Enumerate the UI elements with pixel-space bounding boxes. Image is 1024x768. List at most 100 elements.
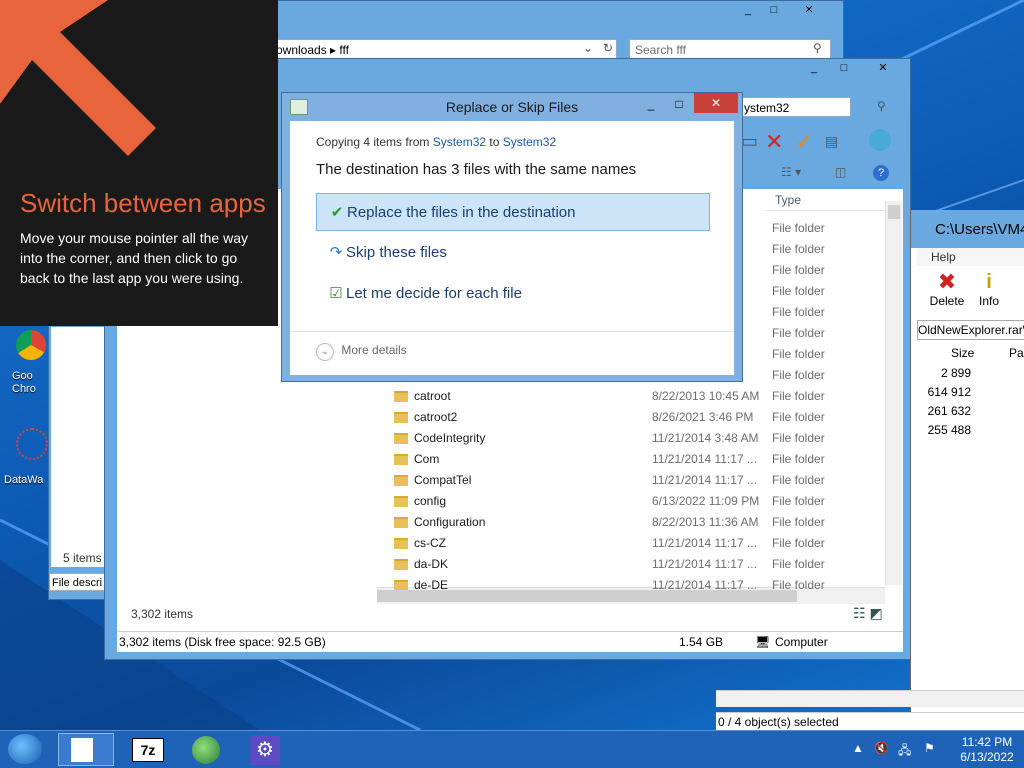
destination-link[interactable]: System32 <box>503 135 556 149</box>
list-item[interactable]: 614 912 <box>917 383 971 402</box>
scrollbar-thumb[interactable] <box>377 590 797 602</box>
table-row[interactable]: CodeIntegrity 11/21/2014 3:48 AM File fold… <box>378 428 888 449</box>
window-controls: _ □ ✕ <box>801 59 909 79</box>
file-name: de-DE <box>414 578 449 590</box>
dialog-body: Copying 4 items from System32 to System3… <box>290 121 734 375</box>
search-icon[interactable]: ⚲ <box>813 41 822 55</box>
search-icon[interactable]: ⚲ <box>877 99 886 113</box>
table-row[interactable]: de-DE 11/21/2014 11:17 ... File folder <box>378 575 888 590</box>
gear-icon: ⚙ <box>250 735 280 765</box>
column-size[interactable]: Size <box>951 344 974 362</box>
chevron-down-icon[interactable]: ⌄ <box>583 41 593 55</box>
minimize-button[interactable]: _ <box>638 95 664 113</box>
help-icon[interactable]: ? <box>873 165 889 181</box>
folder-icon <box>394 517 408 528</box>
delete-button[interactable]: ✖ Delete <box>925 270 969 309</box>
more-details-button[interactable]: ⌄ More details <box>316 343 407 361</box>
taskbar-settings[interactable]: ⚙ <box>238 733 294 766</box>
view-icon[interactable]: ☷ ▾ <box>781 165 801 179</box>
skip-option[interactable]: ↷ Skip these files <box>316 234 710 272</box>
option-label: Skip these files <box>346 244 447 261</box>
decide-option[interactable]: ☑ Let me decide for each file <box>316 275 710 313</box>
source-link[interactable]: System32 <box>433 135 486 149</box>
skip-icon: ↷ <box>329 244 343 261</box>
list-item[interactable]: 2 899 <box>917 364 971 383</box>
table-row[interactable]: cs-CZ 11/21/2014 11:17 ... File folder <box>378 533 888 554</box>
details-view-icon[interactable]: ☷ ◩ <box>853 605 883 622</box>
more-details-label: More details <box>341 343 407 357</box>
table-row[interactable]: da-DK 11/21/2014 11:17 ... File folder <box>378 554 888 575</box>
sevenzip-icon: 7z <box>132 738 164 762</box>
table-row[interactable]: catroot 8/22/2013 10:45 AM File folder <box>378 386 888 407</box>
desktop-icon-chrome[interactable]: Goo Chro <box>12 330 52 396</box>
minimize-button[interactable]: _ <box>735 1 761 19</box>
preview-pane-icon[interactable]: ◫ <box>835 165 846 179</box>
taskbar: 7z ⚙ ▲ 🔇 🖧 ⚑ 11:42 PM 6/13/2022 <box>0 730 1024 768</box>
decide-icon: ☑ <box>329 285 343 302</box>
column-packed[interactable]: Pa <box>1009 344 1024 362</box>
file-type: File folder <box>772 305 825 319</box>
replace-option[interactable]: ✔ Replace the files in the destination <box>316 193 710 231</box>
file-description-header[interactable]: File descri <box>49 573 109 591</box>
table-row[interactable]: Configuration 8/22/2013 11:36 AM File fold… <box>378 512 888 533</box>
close-button[interactable]: ✕ <box>861 59 905 77</box>
divider <box>290 331 734 332</box>
show-hidden-icons[interactable]: ▲ <box>852 741 864 755</box>
globe-icon[interactable] <box>869 129 891 151</box>
table-row[interactable]: CompatTel 11/21/2014 11:17 ... File folder <box>378 470 888 491</box>
volume-muted-icon[interactable]: 🔇 <box>874 741 889 755</box>
table-row[interactable]: catroot2 8/26/2021 3:46 PM File folder <box>378 407 888 428</box>
date-modified: 8/22/2013 11:36 AM <box>652 515 759 529</box>
status-disk-space: 3,302 items (Disk free space: 92.5 GB) <box>119 635 326 649</box>
column-header-type[interactable]: Type <box>765 189 885 211</box>
list-item[interactable]: 255 488 <box>917 421 971 440</box>
desktop-icon-datawatch[interactable]: DataWa <box>4 428 52 486</box>
search-input[interactable]: Search fff <box>629 39 831 59</box>
taskbar-explorer[interactable] <box>58 733 114 766</box>
path-field[interactable]: OldNewExplorer.rar\ <box>917 320 1024 340</box>
sevenzip-scrollbar[interactable] <box>716 690 1024 707</box>
address-bar[interactable]: ownloads ▸ fff <box>271 39 617 59</box>
switch-apps-hint: Switch between apps Move your mouse poin… <box>0 0 278 326</box>
copying-mid: to <box>486 135 503 149</box>
table-row[interactable]: Com 11/21/2014 11:17 ... File folder <box>378 449 888 470</box>
network-icon[interactable]: 🖧 <box>898 741 911 762</box>
info-icon: i <box>986 271 992 293</box>
minimize-button[interactable]: _ <box>801 59 827 77</box>
replace-skip-dialog[interactable]: Replace or Skip Files _ □ ✕ Copying 4 it… <box>281 92 743 382</box>
maximize-button[interactable]: □ <box>666 95 692 113</box>
refresh-icon[interactable]: ↻ <box>603 41 613 55</box>
file-type: File folder <box>772 368 825 382</box>
close-button[interactable]: ✕ <box>789 1 829 19</box>
properties-icon[interactable]: ▤ <box>825 133 838 150</box>
close-button[interactable]: ✕ <box>694 93 738 113</box>
nav-pane <box>51 327 107 567</box>
info-button[interactable]: i Info <box>969 270 1009 308</box>
sevenzip-window[interactable]: C:\Users\VM4 Help ✖ Delete i Info OldNew… <box>910 210 1024 730</box>
delete-label: Delete <box>929 294 965 308</box>
delete-icon[interactable]: ✕ <box>765 129 783 155</box>
maximize-button[interactable]: □ <box>831 59 857 77</box>
list-header: Size Pa <box>917 344 1024 362</box>
taskbar-idm[interactable] <box>178 733 234 766</box>
folder-icon <box>394 580 408 590</box>
status-location: Computer <box>775 635 828 649</box>
scrollbar-thumb[interactable] <box>888 205 900 219</box>
date-modified: 11/21/2014 11:17 ... <box>652 578 757 590</box>
start-button[interactable] <box>8 734 42 764</box>
maximize-button[interactable]: □ <box>761 1 787 19</box>
list-item[interactable]: 261 632 <box>917 402 971 421</box>
action-center-icon[interactable]: ⚑ <box>924 741 935 755</box>
chevron-down-icon: ⌄ <box>316 343 334 361</box>
taskbar-7zip[interactable]: 7z <box>118 733 174 766</box>
address-bar[interactable]: ystem32 <box>739 97 851 117</box>
menu-help[interactable]: Help <box>917 248 1024 266</box>
desktop-icon-label: Goo <box>12 370 33 382</box>
paste-icon[interactable]: ▭ <box>741 131 758 152</box>
system-clock[interactable]: 11:42 PM 6/13/2022 <box>954 735 1020 765</box>
table-row[interactable]: config 6/13/2022 11:09 PM File folder <box>378 491 888 512</box>
file-type: File folder <box>772 578 825 590</box>
check-icon[interactable]: ✓ <box>795 129 813 155</box>
file-type: File folder <box>772 263 825 277</box>
clock-date: 6/13/2022 <box>960 750 1014 764</box>
